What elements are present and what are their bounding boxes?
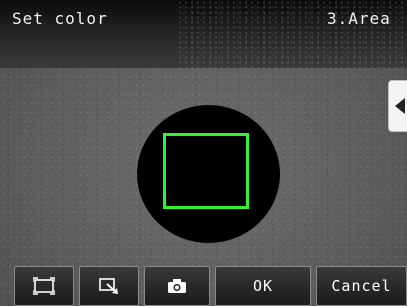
bottom-toolbar: OK Cancel bbox=[0, 266, 407, 306]
cancel-button[interactable]: Cancel bbox=[316, 266, 407, 306]
measurement-region-box[interactable] bbox=[163, 133, 249, 209]
page-title: Set color bbox=[12, 9, 108, 28]
chevron-left-icon bbox=[395, 98, 405, 114]
camera-icon bbox=[168, 279, 186, 293]
zoom-select-button[interactable] bbox=[79, 266, 139, 306]
header-bar: Set color 3.Area bbox=[0, 0, 407, 68]
frame-icon bbox=[33, 277, 55, 295]
ok-button[interactable]: OK bbox=[215, 266, 311, 306]
zoom-region-icon bbox=[99, 278, 118, 294]
side-panel-toggle[interactable] bbox=[388, 80, 407, 132]
fit-view-button[interactable] bbox=[14, 266, 74, 306]
capture-button[interactable] bbox=[144, 266, 210, 306]
area-label: 3.Area bbox=[327, 9, 391, 28]
